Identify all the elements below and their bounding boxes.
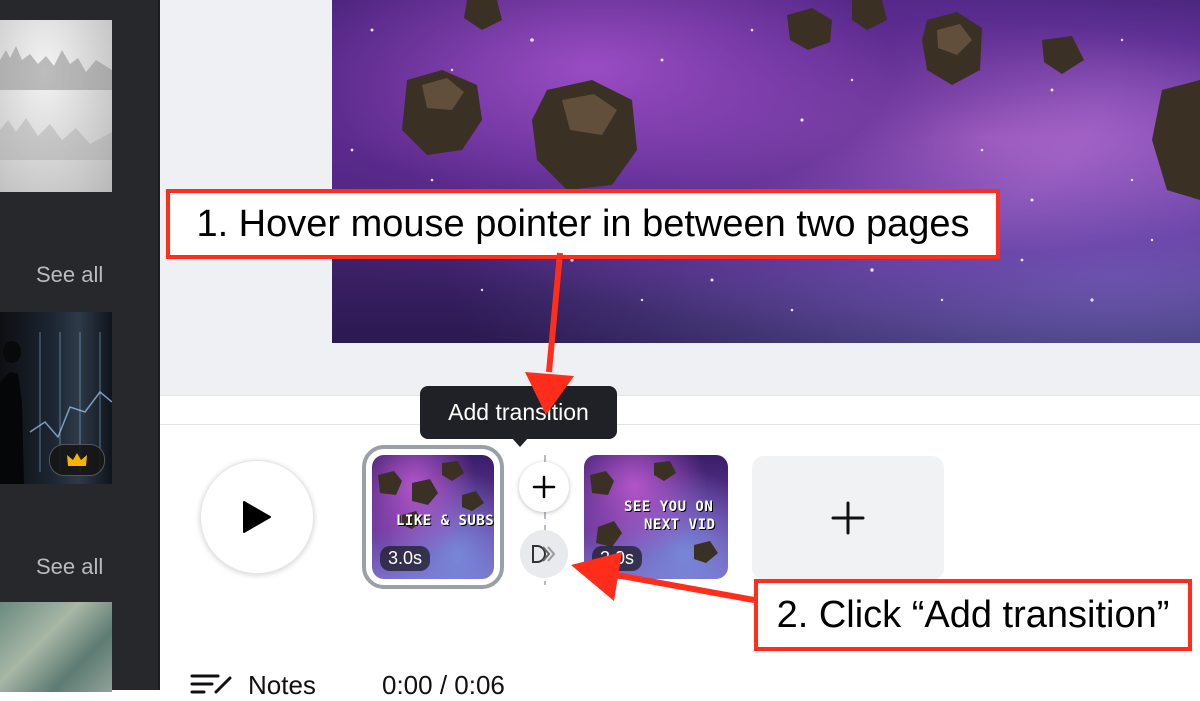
add-transition-tooltip: Add transition [420, 386, 617, 439]
timeline-page-2[interactable]: SEE YOU ON NEXT VID 3.0s [584, 455, 728, 579]
design-page-canvas[interactable] [332, 0, 1200, 343]
add-transition-button[interactable] [520, 530, 568, 578]
play-button[interactable] [200, 460, 314, 574]
page-2-duration: 3.0s [592, 546, 643, 571]
transition-icon [532, 545, 556, 563]
page-2-text-line2: NEXT VID [644, 517, 716, 533]
premium-badge [49, 444, 105, 476]
template-thumbnail-aerial[interactable] [0, 602, 112, 692]
annotation-step-1: 1. Hover mouse pointer in between two pa… [166, 189, 1000, 259]
tooltip-tail [511, 437, 529, 447]
plus-icon [831, 501, 865, 535]
notes-icon[interactable] [190, 672, 234, 694]
see-all-link[interactable]: See all [36, 262, 116, 288]
panel-resize-bar[interactable] [160, 395, 1200, 425]
play-icon [243, 501, 271, 533]
page-1-duration: 3.0s [380, 546, 431, 571]
crown-icon [67, 453, 87, 466]
annotation-step-2: 2. Click “Add transition” [754, 579, 1192, 651]
page-1-text: LIKE & SUBS [396, 513, 494, 529]
page-2-text-line1: SEE YOU ON [624, 499, 714, 515]
add-page-between-button[interactable] [519, 462, 569, 512]
notes-button[interactable]: Notes [248, 670, 316, 701]
add-page-button[interactable] [752, 456, 944, 580]
playback-time: 0:00 / 0:06 [382, 670, 505, 700]
timeline-page-1[interactable]: LIKE & SUBS 3.0s [362, 445, 504, 589]
template-thumbnail-foggy-forest[interactable] [0, 20, 112, 192]
see-all-link[interactable]: See all [36, 554, 116, 580]
plus-icon [532, 475, 556, 499]
